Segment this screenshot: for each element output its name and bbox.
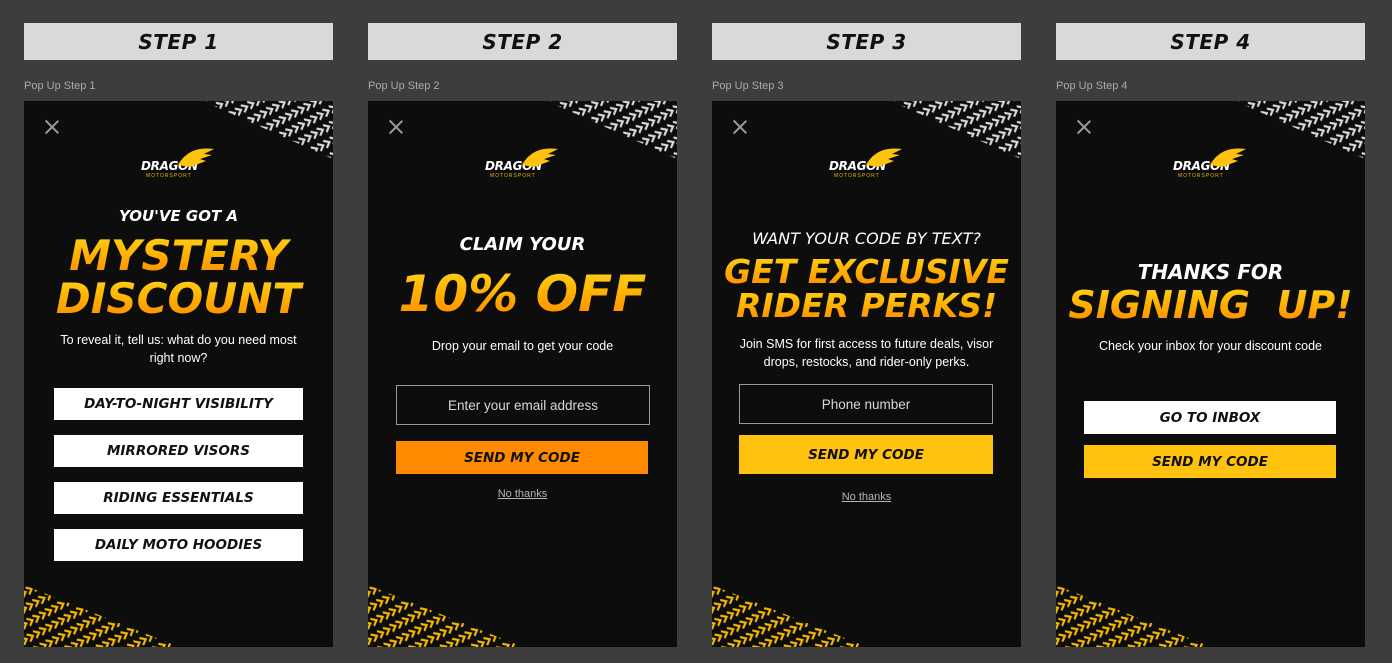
step-header: STEP 4	[1056, 23, 1365, 60]
send-code-button[interactable]: SEND MY CODE	[396, 441, 648, 474]
step-2-column: STEP 2 Pop Up Step 2 DRAGON MOTORSPORT C…	[368, 23, 677, 647]
brand-logo: DRAGON MOTORSPORT	[826, 145, 908, 181]
popup-frame: DRAGON MOTORSPORT THANKS FOR SIGNING UP!…	[1056, 101, 1365, 647]
go-to-inbox-button[interactable]: GO TO INBOX	[1084, 401, 1336, 434]
dragon-icon	[866, 148, 902, 167]
close-icon[interactable]	[45, 120, 59, 134]
dragon-icon	[178, 148, 214, 167]
frame-label[interactable]: Pop Up Step 2	[368, 80, 677, 97]
brand-sub: MOTORSPORT	[146, 173, 192, 179]
option-button[interactable]: RIDING ESSENTIALS	[54, 482, 303, 514]
headline: 10% OFF	[368, 269, 677, 319]
step-3-column: STEP 3 Pop Up Step 3 DRAGON MOTORSPORT W…	[712, 23, 1021, 647]
dragon-icon	[1210, 148, 1246, 167]
body-text: Drop your email to get your code	[431, 339, 614, 353]
body-text: Check your inbox for your discount code	[1098, 339, 1323, 353]
close-icon[interactable]	[733, 120, 747, 134]
frame-label[interactable]: Pop Up Step 4	[1056, 80, 1365, 97]
headline-line-1: GET EXCLUSIVE	[712, 255, 1021, 288]
brand-sub: MOTORSPORT	[834, 173, 880, 179]
headline: SIGNING UP!	[1056, 286, 1365, 324]
tire-tread-graphic	[1056, 585, 1211, 647]
frame-label[interactable]: Pop Up Step 1	[24, 80, 333, 97]
body-text: Join SMS for first access to future deal…	[739, 337, 994, 370]
brand-logo: DRAGON MOTORSPORT	[482, 145, 564, 181]
option-button[interactable]: DAILY MOTO HOODIES	[54, 529, 303, 561]
brand-sub: MOTORSPORT	[490, 173, 536, 179]
send-code-button[interactable]: SEND MY CODE	[1084, 445, 1336, 478]
step-header: STEP 3	[712, 23, 1021, 60]
no-thanks-link[interactable]: No thanks	[368, 488, 677, 500]
dragon-icon	[522, 148, 558, 167]
headline-line-2: DISCOUNT	[24, 278, 333, 320]
phone-input[interactable]: Phone number	[739, 384, 993, 424]
headline-line-2: RIDER PERKS!	[712, 289, 1021, 322]
kicker-text: THANKS FOR	[1137, 260, 1284, 284]
close-icon[interactable]	[1077, 120, 1091, 134]
frame-label[interactable]: Pop Up Step 3	[712, 80, 1021, 97]
email-input[interactable]: Enter your email address	[396, 385, 650, 425]
tire-tread-graphic	[712, 585, 867, 647]
kicker-text: YOU'VE GOT A	[118, 207, 239, 225]
send-code-button[interactable]: SEND MY CODE	[739, 435, 993, 474]
step-1-column: STEP 1 Pop Up Step 1 DRAGON MOTORSPORT Y…	[24, 23, 333, 647]
step-header: STEP 2	[368, 23, 677, 60]
kicker-text: CLAIM YOUR	[459, 234, 586, 255]
body-text: To reveal it, tell us: what do you need …	[60, 333, 297, 366]
brand-sub: MOTORSPORT	[1178, 173, 1224, 179]
step-header: STEP 1	[24, 23, 333, 60]
popup-frame: DRAGON MOTORSPORT YOU'VE GOT A MYSTERY D…	[24, 101, 333, 647]
popup-frame: DRAGON MOTORSPORT CLAIM YOUR 10% OFF Dro…	[368, 101, 677, 647]
step-4-column: STEP 4 Pop Up Step 4 DRAGON MOTORSPORT T…	[1056, 23, 1365, 647]
popup-frame: DRAGON MOTORSPORT WANT YOUR CODE BY TEXT…	[712, 101, 1021, 647]
tire-tread-graphic	[368, 585, 523, 647]
option-button[interactable]: MIRRORED VISORS	[54, 435, 303, 467]
tire-tread-graphic	[24, 585, 179, 647]
kicker-text: WANT YOUR CODE BY TEXT?	[752, 229, 981, 248]
headline-line-1: MYSTERY	[24, 235, 333, 277]
brand-logo: DRAGON MOTORSPORT	[1170, 145, 1252, 181]
option-button[interactable]: DAY-TO-NIGHT VISIBILITY	[54, 388, 303, 420]
no-thanks-link[interactable]: No thanks	[712, 491, 1021, 503]
brand-logo: DRAGON MOTORSPORT	[138, 145, 220, 181]
close-icon[interactable]	[389, 120, 403, 134]
